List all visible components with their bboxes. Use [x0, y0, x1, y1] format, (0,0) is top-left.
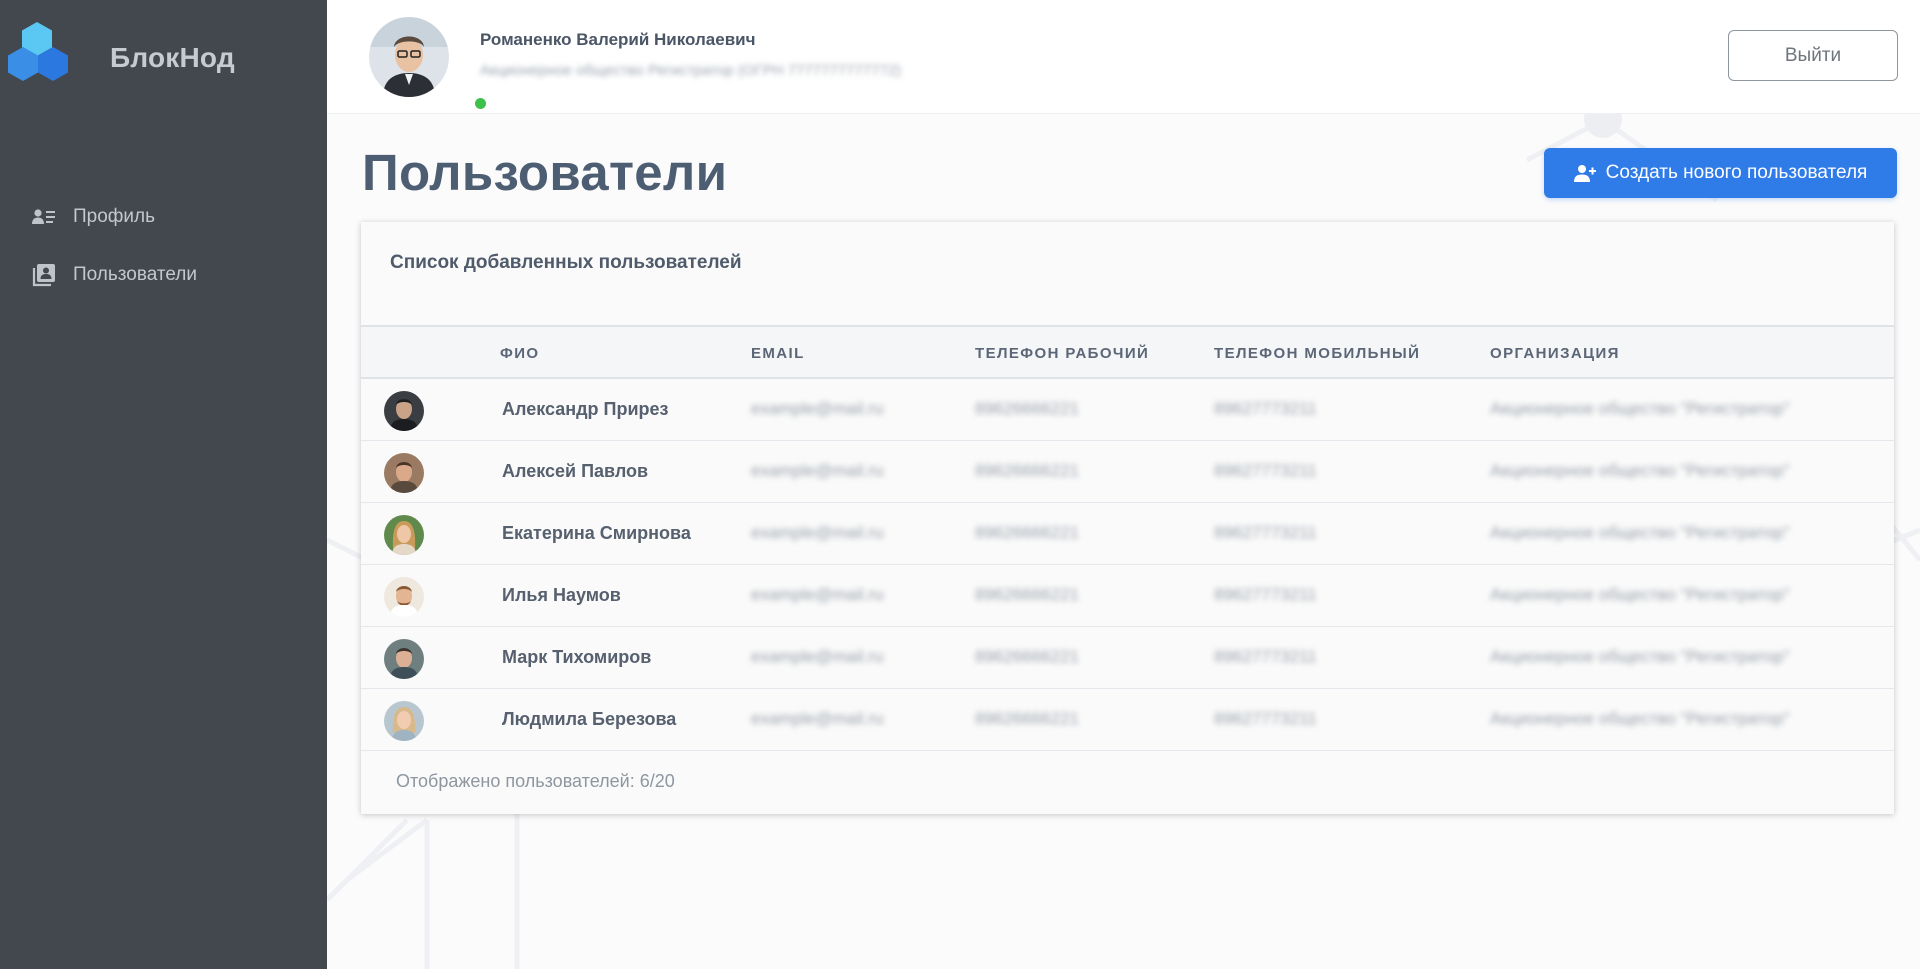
sidebar-item-label: Пользователи [73, 264, 198, 285]
table-row[interactable]: Илья Наумов example@mail.ru 89626666221 … [361, 565, 1894, 627]
create-user-label: Создать нового пользователя [1605, 162, 1868, 183]
column-header-organization[interactable]: ОРГАНИЗАЦИЯ [1490, 345, 1620, 362]
user-email: example@mail.ru [751, 399, 884, 418]
user-email: example@mail.ru [751, 647, 884, 666]
user-email: example@mail.ru [751, 585, 884, 604]
avatar[interactable] [369, 17, 488, 111]
sidebar-item-profile[interactable]: Профиль [0, 188, 327, 246]
user-mobile-phone: 89627773211 [1214, 647, 1317, 666]
avatar [384, 639, 424, 679]
user-email: example@mail.ru [751, 461, 884, 480]
avatar [384, 701, 424, 741]
user-email: example@mail.ru [751, 523, 884, 542]
user-organization: Акционерное общество "Регистратор" [1490, 461, 1790, 480]
user-name: Алексей Павлов [502, 461, 649, 481]
app-name: БлокНод [110, 42, 235, 73]
table-row[interactable]: Алексей Павлов example@mail.ru 896266662… [361, 441, 1894, 503]
sidebar-item-users[interactable]: Пользователи [0, 246, 327, 304]
main-content: Романенко Валерий Николаевич Акционерное… [327, 0, 1920, 969]
user-work-phone: 89626666221 [975, 399, 1080, 418]
user-name: Марк Тихомиров [502, 647, 652, 667]
table-row[interactable]: Марк Тихомиров example@mail.ru 896266662… [361, 627, 1894, 689]
table-row[interactable]: Александр Прирез example@mail.ru 8962666… [361, 379, 1894, 441]
column-header-name[interactable]: ФИО [500, 345, 539, 362]
user-mobile-phone: 89627773211 [1214, 709, 1317, 728]
user-organization: Акционерное общество "Регистратор" [1490, 709, 1790, 728]
column-header-mobile-phone[interactable]: ТЕЛЕФОН МОБИЛЬНЫЙ [1214, 345, 1420, 362]
column-header-email[interactable]: EMAIL [751, 345, 805, 362]
user-mobile-phone: 89627773211 [1214, 461, 1317, 480]
table-header: ФИО EMAIL ТЕЛЕФОН РАБОЧИЙ ТЕЛЕФОН МОБИЛЬ… [361, 325, 1894, 379]
user-organization: Акционерное общество "Регистратор" [1490, 399, 1790, 418]
user-mobile-phone: 89627773211 [1214, 585, 1317, 604]
online-status-dot [473, 96, 488, 111]
user-work-phone: 89626666221 [975, 461, 1080, 480]
user-mobile-phone: 89627773211 [1214, 399, 1317, 418]
table-row[interactable]: Екатерина Смирнова example@mail.ru 89626… [361, 503, 1894, 565]
user-photo [369, 17, 449, 97]
avatar [384, 515, 424, 555]
user-name: Людмила Березова [502, 709, 677, 729]
hexagon-logo-icon [8, 22, 68, 81]
sidebar: БлокНод Профиль Пользователи [0, 0, 327, 969]
create-user-button[interactable]: Создать нового пользователя [1544, 148, 1897, 198]
users-list-icon [32, 263, 56, 287]
user-work-phone: 89626666221 [975, 647, 1080, 666]
user-work-phone: 89626666221 [975, 585, 1080, 604]
current-user-name: Романенко Валерий Николаевич [480, 30, 756, 49]
user-mobile-phone: 89627773211 [1214, 523, 1317, 542]
user-work-phone: 89626666221 [975, 709, 1080, 728]
user-organization: Акционерное общество "Регистратор" [1490, 523, 1790, 542]
user-name: Александр Прирез [502, 399, 669, 419]
avatar [384, 453, 424, 493]
column-header-work-phone[interactable]: ТЕЛЕФОН РАБОЧИЙ [975, 345, 1149, 362]
user-organization: Акционерное общество "Регистратор" [1490, 647, 1790, 666]
card-title: Список добавленных пользователей [390, 252, 742, 273]
logout-button[interactable]: Выйти [1728, 30, 1898, 81]
table-row[interactable]: Людмила Березова example@mail.ru 8962666… [361, 689, 1894, 751]
users-card: Список добавленных пользователей ФИО EMA… [361, 222, 1894, 814]
top-bar: Романенко Валерий Николаевич Акционерное… [327, 0, 1920, 114]
page-title: Пользователи [362, 144, 728, 201]
user-work-phone: 89626666221 [975, 523, 1080, 542]
users-count: Отображено пользователей: 6/20 [396, 771, 675, 791]
sidebar-item-label: Профиль [73, 206, 156, 227]
profile-card-icon [32, 205, 56, 229]
user-name: Екатерина Смирнова [502, 523, 691, 543]
app-logo[interactable]: БлокНод [8, 22, 235, 94]
add-user-icon [1573, 163, 1596, 183]
current-user-organization: Акционерное общество Регистратор (ОГРН 7… [480, 62, 902, 79]
avatar [384, 391, 424, 431]
avatar [384, 577, 424, 617]
user-name: Илья Наумов [502, 585, 621, 605]
sidebar-nav: Профиль Пользователи [0, 188, 327, 304]
user-organization: Акционерное общество "Регистратор" [1490, 585, 1790, 604]
user-email: example@mail.ru [751, 709, 884, 728]
